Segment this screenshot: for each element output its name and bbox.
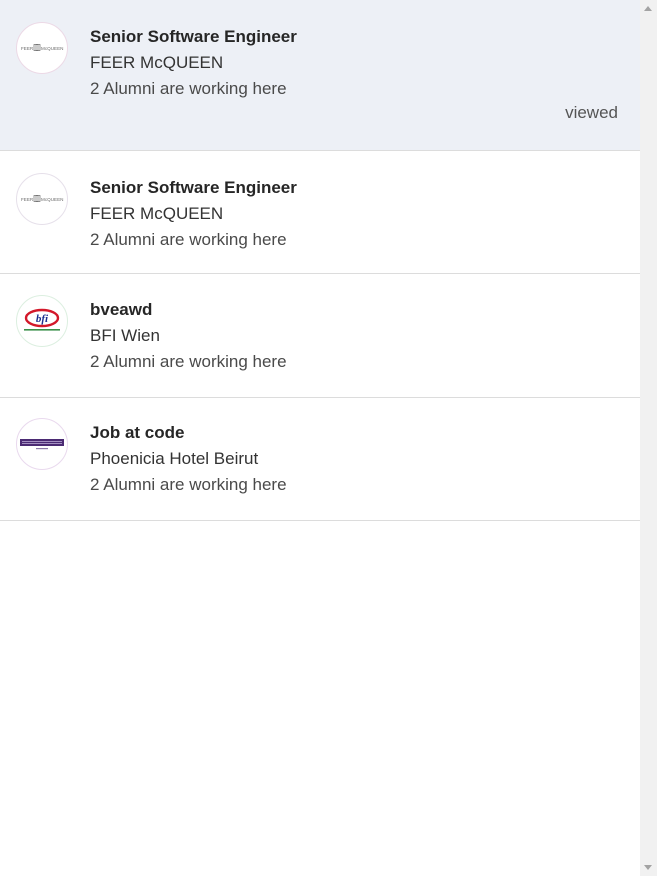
job-list-item[interactable]: Job at code Phoenicia Hotel Beirut 2 Alu… xyxy=(0,398,640,521)
job-text: bveawd BFI Wien 2 Alumni are working her… xyxy=(90,297,287,375)
scroll-down-arrow-icon[interactable] xyxy=(644,865,652,870)
job-title: Senior Software Engineer xyxy=(90,178,297,197)
alumni-count: 2 Alumni are working here xyxy=(90,79,287,98)
job-text: Senior Software Engineer FEER McQUEEN 2 … xyxy=(90,175,297,253)
feer-mcqueen-logo-icon: FEER McQUEEN xyxy=(21,195,63,202)
company-logo: bfi xyxy=(16,295,68,347)
svg-text:McQUEEN: McQUEEN xyxy=(41,46,63,51)
company-logo: FEER McQUEEN xyxy=(16,173,68,225)
svg-text:FEER: FEER xyxy=(21,197,34,202)
company-name: BFI Wien xyxy=(90,326,160,345)
viewed-status: viewed xyxy=(565,103,618,122)
job-list: FEER McQUEEN Senior Software Engineer FE… xyxy=(0,0,640,876)
svg-text:FEER: FEER xyxy=(21,46,34,51)
alumni-count: 2 Alumni are working here xyxy=(90,475,287,494)
alumni-count: 2 Alumni are working here xyxy=(90,352,287,371)
company-logo: FEER McQUEEN xyxy=(16,22,68,74)
job-title: Job at code xyxy=(90,423,185,442)
svg-text:bfi: bfi xyxy=(36,313,49,325)
job-list-item[interactable]: bfi bveawd BFI Wien 2 Alumni are working… xyxy=(0,274,640,398)
job-title: Senior Software Engineer xyxy=(90,27,297,46)
job-text: Job at code Phoenicia Hotel Beirut 2 Alu… xyxy=(90,420,287,498)
scroll-up-arrow-icon[interactable] xyxy=(644,6,652,11)
bfi-wien-logo-icon: bfi xyxy=(24,308,60,331)
alumni-count: 2 Alumni are working here xyxy=(90,230,287,249)
vertical-scrollbar[interactable] xyxy=(640,0,657,876)
job-list-panel: FEER McQUEEN Senior Software Engineer FE… xyxy=(0,0,657,876)
company-name: FEER McQUEEN xyxy=(90,53,224,72)
svg-text:McQUEEN: McQUEEN xyxy=(41,197,63,202)
phoenicia-hotel-logo-icon xyxy=(20,439,64,450)
company-name: Phoenicia Hotel Beirut xyxy=(90,449,259,468)
job-list-item[interactable]: FEER McQUEEN Senior Software Engineer FE… xyxy=(0,0,640,151)
company-name: FEER McQUEEN xyxy=(90,204,224,223)
job-list-item[interactable]: FEER McQUEEN Senior Software Engineer FE… xyxy=(0,151,640,274)
job-text: Senior Software Engineer FEER McQUEEN 2 … xyxy=(90,24,297,102)
job-title: bveawd xyxy=(90,300,153,319)
feer-mcqueen-logo-icon: FEER McQUEEN xyxy=(21,44,63,51)
company-logo xyxy=(16,418,68,470)
